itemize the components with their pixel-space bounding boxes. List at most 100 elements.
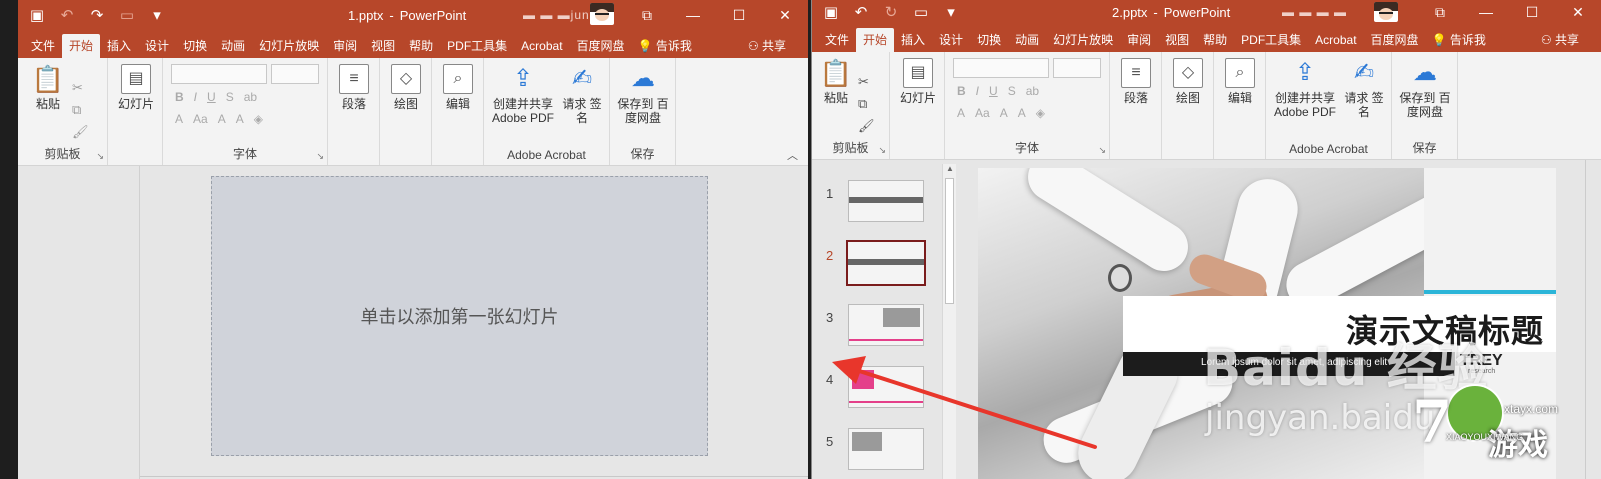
save-icon[interactable]: ▣ <box>822 3 840 21</box>
spacing-icon[interactable]: ab <box>1026 84 1039 98</box>
tab-design[interactable]: 设计 <box>932 28 970 52</box>
tab-baidu-netdisk[interactable]: 百度网盘 <box>1364 28 1426 52</box>
font-size-box[interactable] <box>1053 58 1101 78</box>
tab-acrobat[interactable]: Acrobat <box>1308 28 1363 52</box>
paragraph-button[interactable]: ≡ 段落 <box>334 64 374 111</box>
new-slide-button[interactable]: ▤ 幻灯片 <box>114 64 158 111</box>
tab-slideshow[interactable]: 幻灯片放映 <box>252 34 326 58</box>
shrink-font-icon[interactable]: A <box>1018 106 1026 120</box>
font-name-box[interactable] <box>171 64 267 84</box>
save-to-baidu-button[interactable]: ☁ 保存到 百度网盘 <box>1396 58 1454 120</box>
ribbon-display-options-icon[interactable]: ⧉ <box>1417 4 1463 21</box>
shrink-font-icon[interactable]: A <box>236 112 244 126</box>
new-slide-button[interactable]: ▤ 幻灯片 <box>896 58 940 105</box>
font-name-box[interactable] <box>953 58 1049 78</box>
italic-icon[interactable]: I <box>194 90 197 104</box>
tab-slideshow[interactable]: 幻灯片放映 <box>1046 28 1120 52</box>
maximize-icon[interactable]: ☐ <box>716 7 762 24</box>
scroll-up-icon[interactable]: ▲ <box>943 164 957 173</box>
clear-format-icon[interactable]: ◈ <box>1036 106 1045 120</box>
tab-home[interactable]: 开始 <box>62 34 101 58</box>
tab-view[interactable]: 视图 <box>1158 28 1196 52</box>
thumbnail-1[interactable]: 1 <box>812 180 942 224</box>
collapse-ribbon-icon[interactable]: ︿ <box>787 147 798 163</box>
thumbnail-scrollbar[interactable]: ▲ <box>942 164 956 479</box>
user-name[interactable]: ▬ ▬ ▬ jun <box>523 0 590 30</box>
paste-button[interactable]: 📋 粘贴 <box>816 58 856 105</box>
thumbnail-4[interactable]: 4 <box>812 366 942 410</box>
font-launcher-icon[interactable]: ↘ <box>316 151 324 162</box>
tab-home[interactable]: 开始 <box>856 28 895 52</box>
font-color-icon[interactable]: A <box>957 106 965 120</box>
tell-me[interactable]: 💡 告诉我 <box>632 34 698 58</box>
cut-icon[interactable]: ✂ <box>72 80 83 96</box>
editing-button[interactable]: ⌕ 编辑 <box>438 64 478 111</box>
save-to-baidu-button[interactable]: ☁ 保存到 百度网盘 <box>614 64 672 126</box>
customize-qat-icon[interactable]: ▾ <box>148 6 166 24</box>
spacing-icon[interactable]: ab <box>244 90 257 104</box>
paragraph-button[interactable]: ≡ 段落 <box>1116 58 1156 105</box>
tab-animations[interactable]: 动画 <box>214 34 252 58</box>
tell-me[interactable]: 💡 告诉我 <box>1426 28 1492 52</box>
underline-icon[interactable]: U <box>207 90 216 104</box>
tab-pdf-tools[interactable]: PDF工具集 <box>440 34 514 58</box>
save-icon[interactable]: ▣ <box>28 6 46 24</box>
create-share-pdf-button[interactable]: ⇪ 创建并共享 Adobe PDF <box>1270 58 1340 120</box>
tab-review[interactable]: 审阅 <box>326 34 364 58</box>
underline-icon[interactable]: U <box>989 84 998 98</box>
tab-help[interactable]: 帮助 <box>402 34 440 58</box>
avatar[interactable] <box>1374 2 1398 22</box>
tab-file[interactable]: 文件 <box>24 34 62 58</box>
format-painter-icon[interactable]: 🖌 <box>72 124 89 140</box>
undo-icon[interactable]: ↶ <box>58 6 76 24</box>
tab-baidu-netdisk[interactable]: 百度网盘 <box>570 34 632 58</box>
tab-pdf-tools[interactable]: PDF工具集 <box>1234 28 1308 52</box>
request-signature-button[interactable]: ✍ 请求 签名 <box>1344 58 1384 120</box>
avatar[interactable] <box>590 3 614 25</box>
minimize-icon[interactable]: — <box>670 7 716 23</box>
tab-insert[interactable]: 插入 <box>100 34 138 58</box>
redo-icon[interactable]: ↻ <box>882 3 900 21</box>
font-launcher-icon[interactable]: ↘ <box>1098 145 1106 156</box>
empty-slide-placeholder[interactable]: 单击以添加第一张幻灯片 <box>211 176 708 456</box>
ribbon-display-options-icon[interactable]: ⧉ <box>624 7 670 24</box>
tab-file[interactable]: 文件 <box>818 28 856 52</box>
bold-icon[interactable]: B <box>957 84 966 98</box>
font-size-box[interactable] <box>271 64 319 84</box>
strikethrough-icon[interactable]: S <box>1008 84 1016 98</box>
tab-transitions[interactable]: 切换 <box>970 28 1008 52</box>
tab-design[interactable]: 设计 <box>138 34 176 58</box>
close-icon[interactable]: ✕ <box>1555 4 1601 21</box>
scrollbar-thumb[interactable] <box>945 178 954 304</box>
strikethrough-icon[interactable]: S <box>226 90 234 104</box>
tab-transitions[interactable]: 切换 <box>176 34 214 58</box>
redo-icon[interactable]: ↷ <box>88 6 106 24</box>
dialog-launcher-icon[interactable]: ↘ <box>878 145 886 156</box>
thumbnail-2[interactable]: 2 <box>812 240 942 286</box>
tab-insert[interactable]: 插入 <box>894 28 932 52</box>
editing-button[interactable]: ⌕ 编辑 <box>1220 58 1260 105</box>
clear-format-icon[interactable]: ◈ <box>254 112 263 126</box>
cut-icon[interactable]: ✂ <box>858 74 869 90</box>
request-signature-button[interactable]: ✍ 请求 签名 <box>562 64 602 126</box>
tab-view[interactable]: 视图 <box>364 34 402 58</box>
font-color-icon[interactable]: A <box>175 112 183 126</box>
share-button[interactable]: ⚇ 共享 <box>1541 28 1579 52</box>
maximize-icon[interactable]: ☐ <box>1509 4 1555 21</box>
paste-button[interactable]: 📋 粘贴 <box>28 64 68 111</box>
customize-qat-icon[interactable]: ▾ <box>942 3 960 21</box>
dialog-launcher-icon[interactable]: ↘ <box>96 151 104 162</box>
start-slideshow-icon[interactable]: ▭ <box>912 3 930 21</box>
user-name-blurred[interactable]: ▬ ▬ ▬ ▬ <box>1282 0 1347 24</box>
bold-icon[interactable]: B <box>175 90 184 104</box>
close-icon[interactable]: ✕ <box>762 7 808 24</box>
minimize-icon[interactable]: — <box>1463 4 1509 20</box>
copy-icon[interactable]: ⧉ <box>72 102 81 118</box>
italic-icon[interactable]: I <box>976 84 979 98</box>
thumbnail-pane[interactable] <box>18 166 140 479</box>
change-case-icon[interactable]: Aa <box>193 112 208 126</box>
tab-animations[interactable]: 动画 <box>1008 28 1046 52</box>
drawing-button[interactable]: ◇ 绘图 <box>1168 58 1208 105</box>
drawing-button[interactable]: ◇ 绘图 <box>386 64 426 111</box>
change-case-icon[interactable]: Aa <box>975 106 990 120</box>
